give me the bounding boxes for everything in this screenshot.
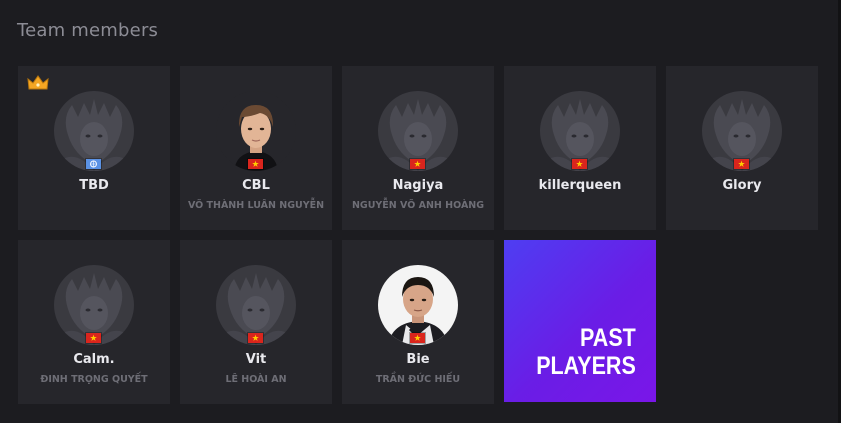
captain-crown-icon	[27, 75, 49, 90]
player-nickname: killerqueen	[538, 178, 622, 193]
member-card-bie[interactable]: Bie TRẦN ĐỨC HIẾU	[342, 240, 494, 404]
member-card-calm[interactable]: Calm. ĐINH TRỌNG QUYẾT	[18, 240, 170, 404]
vietnam-flag-icon	[734, 159, 749, 169]
vietnam-flag-icon	[248, 159, 263, 169]
section-title: Team members	[17, 20, 159, 41]
player-real-name: LÊ HOÀI AN	[225, 374, 287, 385]
member-card-vit[interactable]: Vit LÊ HOÀI AN	[180, 240, 332, 404]
vietnam-flag-icon	[248, 333, 263, 343]
vietnam-flag-icon	[410, 159, 425, 169]
member-card-nagiya[interactable]: Nagiya NGUYỄN VÕ ANH HOÀNG	[342, 66, 494, 230]
past-players-line2: PLAYERS	[536, 352, 636, 380]
player-real-name: TRẦN ĐỨC HIẾU	[375, 374, 461, 385]
player-real-name: VÕ THÀNH LUÂN NGUYỄN	[187, 200, 325, 211]
player-nickname: Vit	[245, 352, 267, 367]
player-real-name: NGUYỄN VÕ ANH HOÀNG	[351, 200, 485, 211]
member-card-tbd[interactable]: TBD	[18, 66, 170, 230]
past-players-button[interactable]: PAST PLAYERS	[504, 240, 656, 402]
vietnam-flag-icon	[410, 333, 425, 343]
player-nickname: CBL	[242, 178, 270, 193]
member-card-glory[interactable]: Glory	[666, 66, 818, 230]
past-players-label: PAST PLAYERS	[536, 324, 636, 380]
player-nickname: Calm.	[73, 352, 115, 367]
team-members-panel: Team members TBD CBL VÕ THÀNH LUÂN NGUYỄ…	[0, 0, 838, 423]
member-card-killerqueen[interactable]: killerqueen	[504, 66, 656, 230]
player-nickname: Glory	[722, 178, 762, 193]
player-nickname: TBD	[79, 178, 109, 193]
player-real-name: ĐINH TRỌNG QUYẾT	[40, 374, 148, 385]
past-players-line1: PAST	[580, 324, 636, 352]
player-nickname: Nagiya	[392, 178, 444, 193]
un-flag-icon	[86, 159, 101, 169]
vietnam-flag-icon	[572, 159, 587, 169]
vietnam-flag-icon	[86, 333, 101, 343]
player-nickname: Bie	[406, 352, 430, 367]
member-card-cbl[interactable]: CBL VÕ THÀNH LUÂN NGUYỄN	[180, 66, 332, 230]
